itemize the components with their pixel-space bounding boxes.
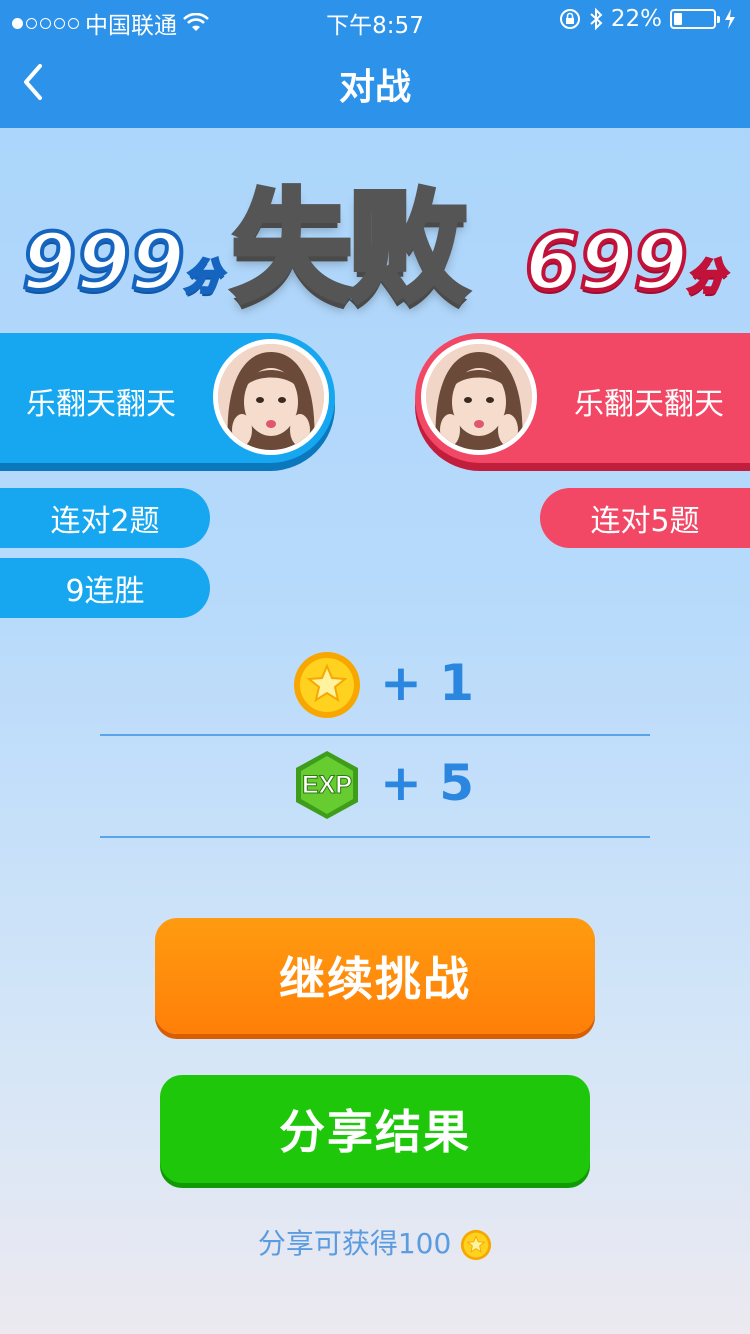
exp-label: EXP bbox=[302, 771, 352, 799]
opponent-avatar[interactable] bbox=[421, 339, 537, 455]
divider bbox=[100, 836, 650, 838]
my-win-streak-badge: 9连胜 bbox=[0, 558, 210, 618]
opponent-player-name: 乐翻天翻天 bbox=[574, 387, 724, 422]
opponent-score: 699分 bbox=[523, 216, 726, 310]
opponent-player-card: 乐翻天翻天 bbox=[415, 333, 750, 463]
status-bar: 中国联通 下午8:57 22% bbox=[0, 0, 750, 40]
my-avatar[interactable] bbox=[213, 339, 329, 455]
opponent-streak-badge: 连对5题 bbox=[540, 488, 750, 548]
opponent-score-unit: 分 bbox=[686, 255, 726, 300]
continue-challenge-button[interactable]: 继续挑战 bbox=[155, 918, 595, 1034]
exp-badge-icon: EXP bbox=[296, 751, 358, 819]
divider bbox=[100, 734, 650, 736]
share-reward-hint: 分享可获得100 bbox=[0, 1222, 750, 1262]
coin-reward-row: + 1 bbox=[0, 646, 750, 726]
app-header: 中国联通 下午8:57 22% 对战 bbox=[0, 0, 750, 128]
coin-icon bbox=[294, 652, 360, 718]
charging-icon bbox=[725, 9, 735, 29]
page-title: 对战 bbox=[338, 67, 411, 108]
exp-reward-value: + 5 bbox=[380, 754, 475, 812]
battery-icon bbox=[670, 9, 720, 29]
exp-reward-row: EXP + 5 bbox=[0, 746, 750, 826]
share-reward-hint-text: 分享可获得100 bbox=[257, 1227, 452, 1260]
rotation-lock-icon bbox=[559, 9, 580, 29]
my-streak-badge: 连对2题 bbox=[0, 488, 210, 548]
coin-icon bbox=[461, 1229, 492, 1261]
my-score-value: 999 bbox=[20, 216, 187, 310]
opponent-score-value: 699 bbox=[523, 216, 690, 310]
bluetooth-icon bbox=[590, 7, 603, 31]
my-player-name: 乐翻天翻天 bbox=[26, 387, 176, 422]
coin-reward-value: + 1 bbox=[380, 654, 475, 712]
battery-percent: 22% bbox=[610, 6, 662, 32]
my-player-card: 乐翻天翻天 bbox=[0, 333, 335, 463]
my-score-unit: 分 bbox=[183, 255, 223, 300]
result-label: 失败 bbox=[229, 176, 471, 321]
share-result-button[interactable]: 分享结果 bbox=[160, 1075, 590, 1183]
my-score: 999分 bbox=[20, 216, 223, 310]
